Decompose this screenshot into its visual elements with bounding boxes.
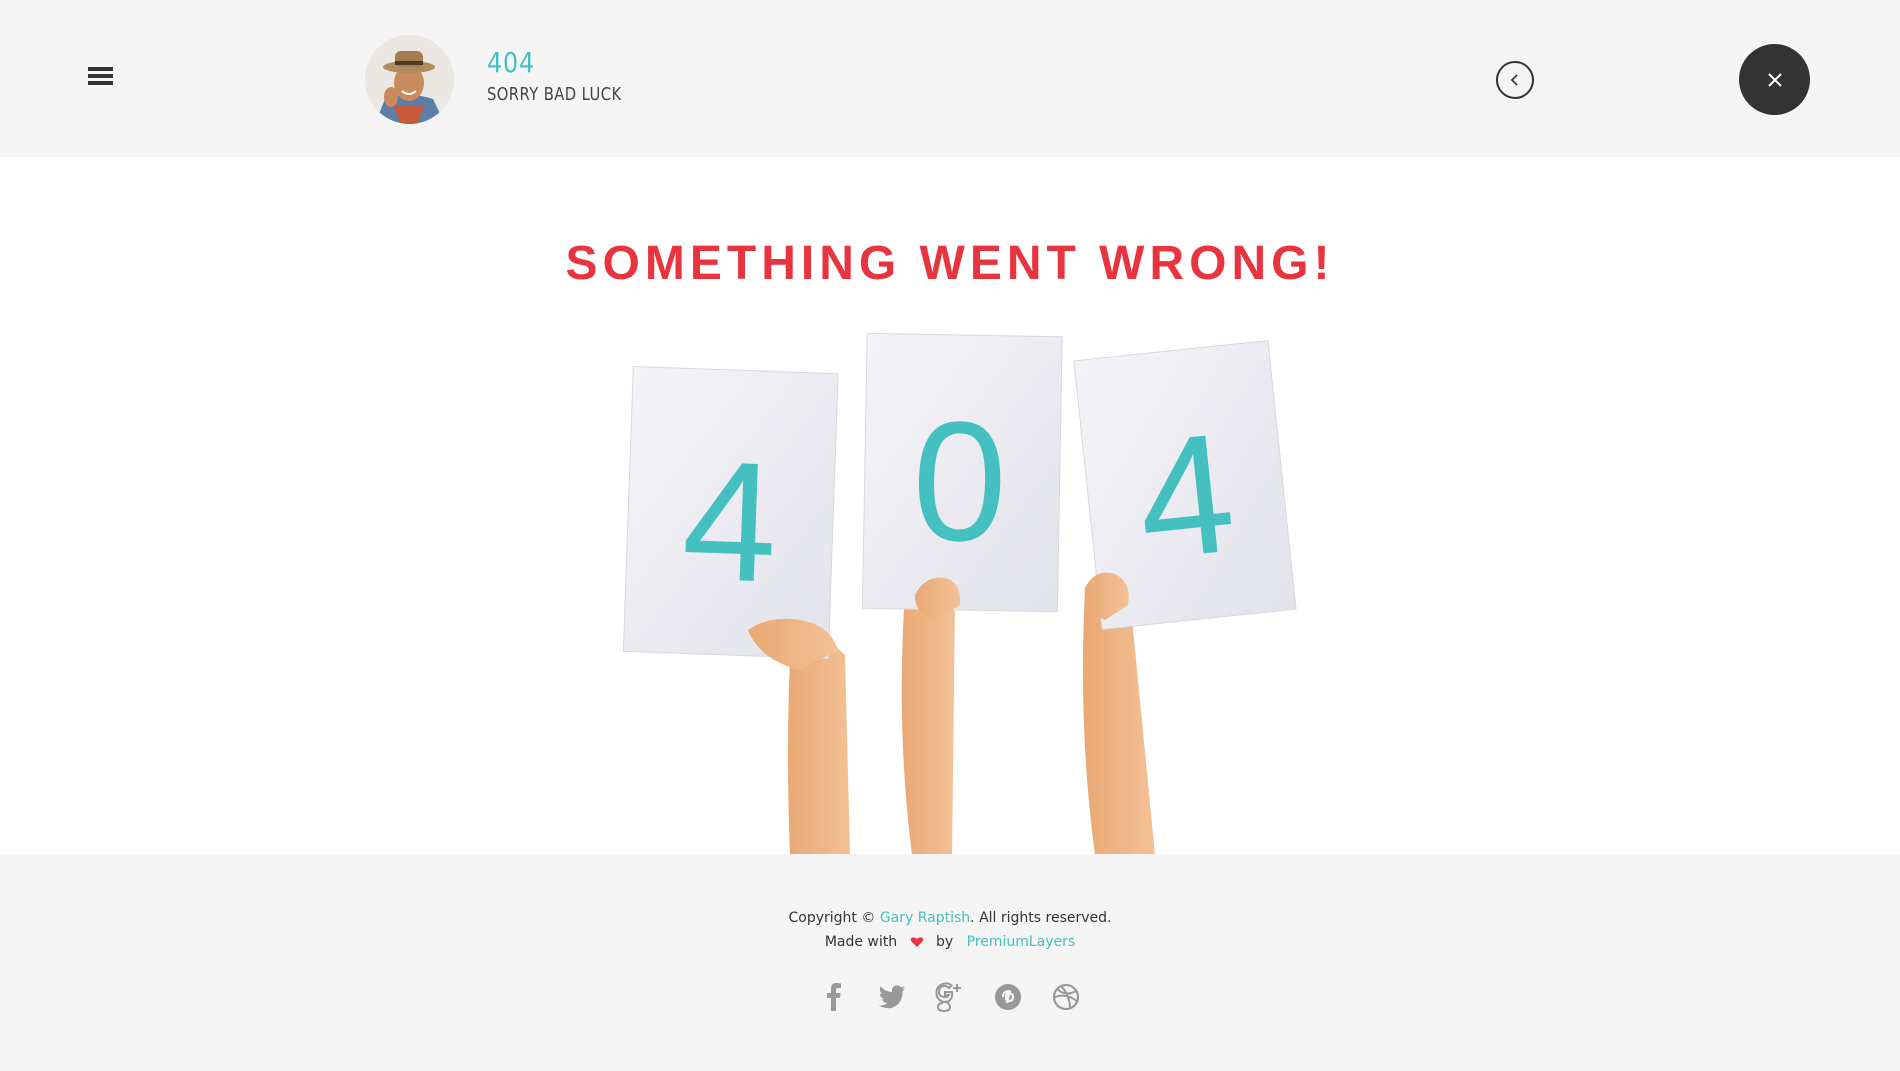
site-subtitle: SORRY BAD LUCK xyxy=(487,84,622,105)
twitter-icon[interactable] xyxy=(877,982,907,1012)
site-title: 404 xyxy=(487,46,535,79)
made-with-text: Made with xyxy=(824,934,898,950)
google-plus-icon[interactable] xyxy=(935,982,965,1012)
hands-holding-404-cards: 4 0 4 xyxy=(600,330,1300,855)
made-with-line: Made with by PremiumLayers xyxy=(0,934,1900,950)
author-link[interactable]: Gary Raptish xyxy=(880,910,970,926)
facebook-icon[interactable] xyxy=(819,982,849,1012)
by-text: by xyxy=(936,934,954,950)
copyright-line: Copyright © Gary Raptish. All rights res… xyxy=(0,910,1900,926)
social-links xyxy=(0,982,1900,1012)
maker-link[interactable]: PremiumLayers xyxy=(967,934,1076,950)
copyright-suffix: . All rights reserved. xyxy=(970,910,1112,926)
close-button[interactable] xyxy=(1739,44,1810,115)
error-headline: SOMETHING WENT WRONG! xyxy=(565,237,1335,290)
chevron-left-icon xyxy=(1510,74,1518,86)
dribbble-icon[interactable] xyxy=(1051,982,1081,1012)
back-button[interactable] xyxy=(1496,61,1534,99)
pinterest-icon[interactable] xyxy=(993,982,1023,1012)
card-digit-3: 4 xyxy=(1129,398,1243,597)
header: 404 SORRY BAD LUCK xyxy=(0,0,1900,157)
close-icon xyxy=(1767,72,1782,87)
card-digit-1: 4 xyxy=(679,425,780,618)
copyright-prefix: Copyright © xyxy=(788,910,880,926)
heart-icon xyxy=(910,937,923,947)
footer: Copyright © Gary Raptish. All rights res… xyxy=(0,854,1900,1071)
card-digit-2: 0 xyxy=(911,386,1009,578)
avatar xyxy=(365,35,454,124)
menu-icon[interactable] xyxy=(88,67,116,91)
